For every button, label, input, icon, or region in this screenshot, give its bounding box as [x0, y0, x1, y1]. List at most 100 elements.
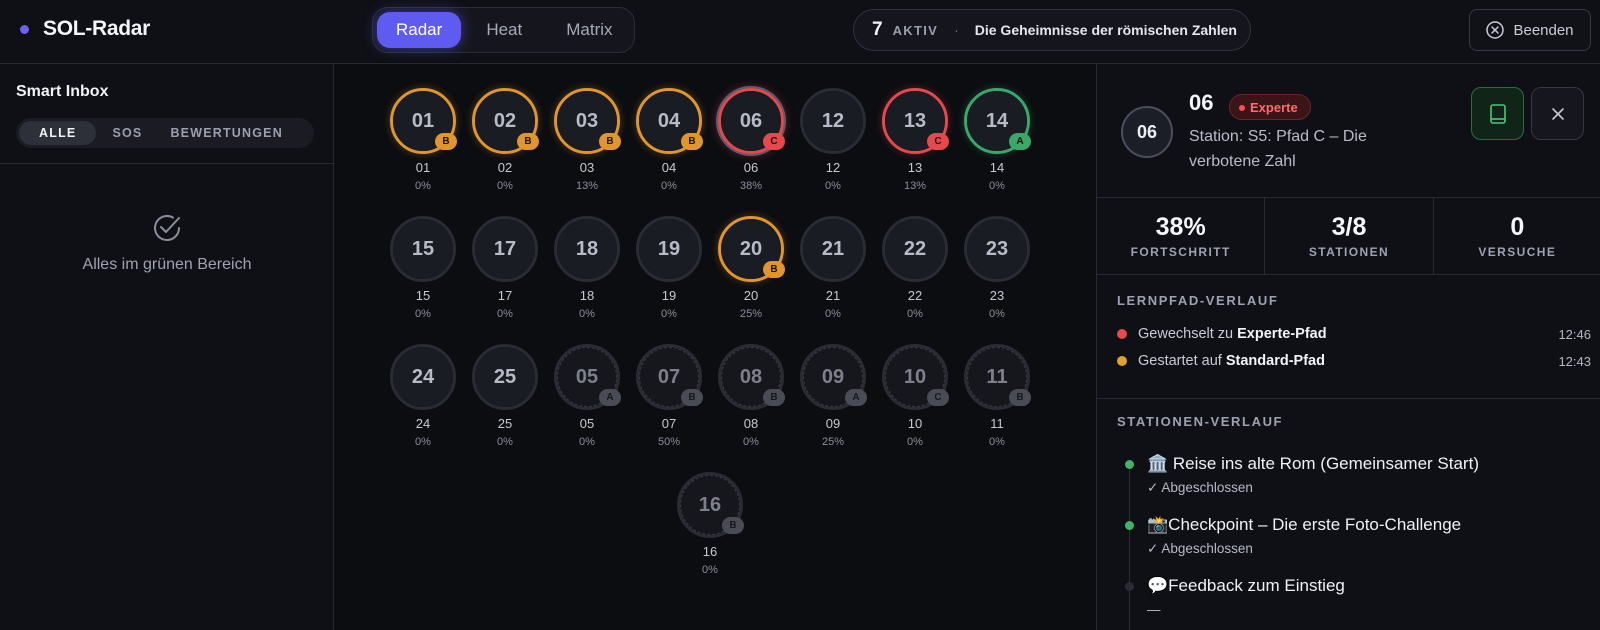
history-status: ✓ Abgeschlossen [1147, 480, 1253, 495]
station-number: 23 [967, 219, 1027, 279]
detail-header: 06 06 Experte Station: S5: Pfad C – Die … [1097, 64, 1600, 198]
station-progress: 0% [497, 436, 513, 448]
station-label: 09 [825, 416, 841, 431]
end-session-button[interactable]: Beenden [1469, 9, 1591, 51]
status-separator: · [954, 22, 959, 38]
station-node[interactable]: 13 C 13 13% [874, 64, 956, 192]
filter-sos[interactable]: SOS [100, 121, 154, 145]
station-progress: 0% [989, 308, 1005, 320]
station-progress: 0% [661, 308, 677, 320]
timeline-dot-icon [1125, 460, 1134, 469]
station-progress: 0% [415, 180, 431, 192]
stat-label: FORTSCHRITT [1130, 245, 1231, 259]
station-progress: 0% [415, 436, 431, 448]
station-progress: 0% [497, 308, 513, 320]
check-circle-icon [154, 215, 180, 241]
station-detail-panel: 06 06 Experte Station: S5: Pfad C – Die … [1096, 64, 1600, 630]
station-stats: 38% FORTSCHRITT 3/8 STATIONEN 0 VERSUCHE [1097, 198, 1600, 275]
station-node[interactable]: 04 B 04 0% [628, 64, 710, 192]
station-number: 24 [393, 347, 453, 407]
level-badge: B [763, 389, 785, 406]
station-label: 11 [990, 416, 1004, 431]
station-node[interactable]: 02 B 02 0% [464, 64, 546, 192]
stat-value: 38% [1155, 213, 1206, 241]
status-dot-icon [20, 24, 29, 34]
level-badge: B [435, 133, 457, 150]
station-progress: 13% [903, 180, 927, 192]
station-label: 03 [579, 160, 595, 175]
close-detail-button[interactable] [1531, 87, 1584, 140]
tab-matrix[interactable]: Matrix [547, 12, 631, 48]
book-icon [1489, 103, 1506, 124]
divider [1097, 398, 1600, 399]
station-node[interactable]: 05 A 05 0% [546, 320, 628, 448]
level-badge: C [927, 389, 949, 406]
timeline-dot-icon [1125, 521, 1134, 530]
station-history-title: STATIONEN-VERLAUF [1117, 414, 1284, 429]
book-button[interactable] [1471, 87, 1524, 140]
station-node[interactable]: 06 C 06 38% [710, 64, 792, 192]
station-node[interactable]: 17 17 0% [464, 192, 546, 320]
station-number: 18 [557, 219, 617, 279]
station-label: 07 [661, 416, 677, 431]
station-node[interactable]: 12 12 0% [792, 64, 874, 192]
event-dot-icon [1117, 329, 1127, 339]
level-badge: B [681, 133, 703, 150]
session-title: Die Geheimnisse der römischen Zahlen [974, 22, 1237, 38]
stat-attempts: 0 VERSUCHE [1434, 198, 1600, 274]
station-node[interactable]: 21 21 0% [792, 192, 874, 320]
event-text: Gewechselt zu Experte-Pfad [1138, 326, 1327, 342]
station-progress: 0% [579, 308, 595, 320]
level-badge: B [763, 261, 785, 278]
empty-state: Alles im grünen Bereich [0, 212, 334, 274]
history-title: 🏛️ Reise ins alte Rom (Gemeinsamer Start… [1147, 454, 1479, 473]
level-badge: B [599, 133, 621, 150]
station-label: 24 [415, 416, 431, 431]
divider [0, 163, 333, 164]
station-node[interactable]: 19 19 0% [628, 192, 710, 320]
station-node[interactable]: 14 A 14 0% [956, 64, 1038, 192]
station-progress: 25% [821, 436, 845, 448]
station-node[interactable]: 24 24 0% [382, 320, 464, 448]
station-label: 23 [989, 288, 1005, 303]
smart-inbox-panel: Smart Inbox ALLE SOS BEWERTUNGEN Alles i… [0, 64, 334, 630]
stat-label: VERSUCHE [1478, 245, 1557, 259]
station-label: 08 [743, 416, 759, 431]
station-node[interactable]: 01 B 01 0% [382, 64, 464, 192]
inbox-filters: ALLE SOS BEWERTUNGEN [16, 118, 314, 148]
level-badge: Experte [1229, 94, 1311, 120]
station-number: 12 [803, 91, 863, 151]
path-event: Gewechselt zu Experte-Pfad 12:46 [1117, 323, 1591, 345]
station-number: 17 [475, 219, 535, 279]
station-node[interactable]: 18 18 0% [546, 192, 628, 320]
station-node[interactable]: 25 25 0% [464, 320, 546, 448]
tab-radar[interactable]: Radar [377, 12, 462, 48]
station-node[interactable]: 10 C 10 0% [874, 320, 956, 448]
station-node[interactable]: 09 A 09 25% [792, 320, 874, 448]
station-node[interactable]: 22 22 0% [874, 192, 956, 320]
station-progress: 0% [661, 180, 677, 192]
history-title: 💬Feedback zum Einstieg [1147, 576, 1345, 595]
station-node[interactable]: 15 15 0% [382, 192, 464, 320]
filter-all[interactable]: ALLE [19, 121, 97, 145]
timeline-line [1129, 469, 1130, 630]
event-time: 12:43 [1558, 353, 1591, 369]
stat-value: 3/8 [1331, 213, 1367, 241]
station-progress: 0% [989, 180, 1005, 192]
tab-heat[interactable]: Heat [467, 12, 541, 48]
filter-ratings[interactable]: BEWERTUNGEN [158, 121, 295, 145]
station-label: 19 [661, 288, 677, 303]
event-text: Gestartet auf Standard-Pfad [1138, 353, 1325, 369]
station-node[interactable]: 03 B 03 13% [546, 64, 628, 192]
station-node[interactable]: 16 B 16 0% [669, 448, 751, 576]
station-node[interactable]: 07 B 07 50% [628, 320, 710, 448]
station-node[interactable]: 20 B 20 25% [710, 192, 792, 320]
station-radar-grid: 01 B 01 0% 02 B 02 0% 03 B 03 13% 04 B 04 0% 06 C 06 38% 12 1… [335, 64, 1096, 630]
stat-value: 0 [1510, 213, 1525, 241]
station-node[interactable]: 08 B 08 0% [710, 320, 792, 448]
active-count: 7 [872, 19, 883, 40]
station-progress: 0% [415, 308, 431, 320]
station-node[interactable]: 11 B 11 0% [956, 320, 1038, 448]
level-badge: A [845, 389, 867, 406]
station-node[interactable]: 23 23 0% [956, 192, 1038, 320]
